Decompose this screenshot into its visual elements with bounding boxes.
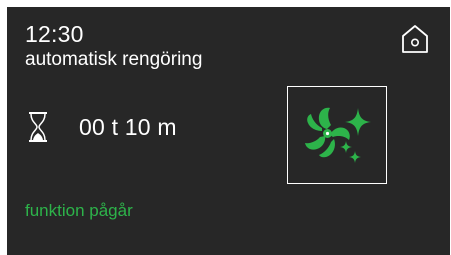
fan-sparkle-icon — [305, 107, 371, 163]
program-tile[interactable] — [287, 86, 387, 184]
timer-row: 00 t 10 m — [25, 107, 177, 147]
hourglass-icon — [29, 112, 47, 142]
appliance-screen: 12:30 automatisk rengöring 00 t 10 m fun… — [7, 7, 450, 255]
remaining-time: 00 t 10 m — [79, 114, 177, 140]
clock-time: 12:30 — [25, 21, 84, 47]
status-text: funktion pågår — [25, 201, 133, 220]
home-button[interactable] — [400, 23, 430, 55]
home-icon — [402, 25, 428, 53]
program-name: automatisk rengöring — [25, 49, 203, 70]
